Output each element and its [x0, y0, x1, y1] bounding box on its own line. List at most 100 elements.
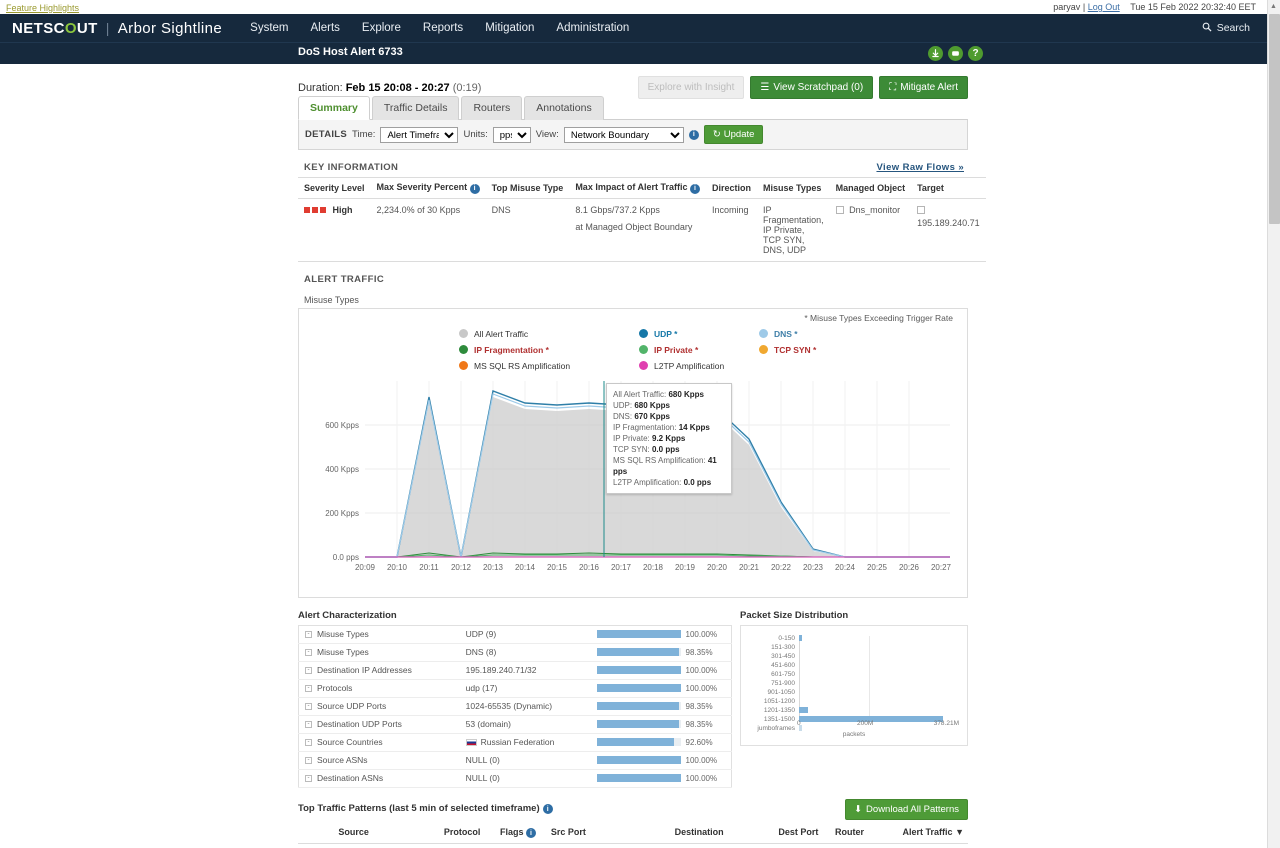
update-button[interactable]: ↻ Update [703, 125, 764, 144]
target-checkbox[interactable] [917, 206, 926, 215]
info-icon[interactable]: i [469, 183, 480, 194]
col-source[interactable]: Source [334, 821, 440, 844]
legend-item-ms-sql-rs-amplification[interactable]: MS SQL RS Amplification [459, 361, 639, 371]
col-alert-traffic[interactable]: Alert Traffic ▼ [898, 821, 968, 844]
alert-traffic-heading: ALERT TRAFFIC [304, 273, 385, 285]
view-raw-flows-link[interactable]: View Raw Flows » [876, 162, 964, 173]
legend-label: IP Private * [654, 344, 699, 355]
expander-icon[interactable]: - [305, 649, 312, 657]
expander-icon[interactable]: - [305, 685, 312, 693]
cell-target: 195.189.240.71 [911, 198, 986, 261]
col-flags[interactable]: Flags i [495, 821, 547, 844]
legend-item-dns[interactable]: DNS * [759, 329, 879, 339]
download-all-patterns-button[interactable]: ⬇ Download All Patterns [845, 798, 968, 820]
nav-item-mitigation[interactable]: Mitigation [485, 22, 534, 34]
y-tick-600k: 600 Kpps [325, 420, 359, 430]
download-icon[interactable] [928, 46, 943, 61]
top-traffic-patterns-table: Source Protocol Flags i Src Port Destina… [298, 821, 968, 848]
legend-item-ip-fragmentation[interactable]: IP Fragmentation * [459, 345, 639, 355]
comment-icon[interactable] [948, 46, 963, 61]
search-button[interactable]: Search [1202, 14, 1250, 42]
col-index [298, 821, 335, 844]
view-scratchpad-button[interactable]: ☰ View Scratchpad (0) [750, 76, 874, 99]
table-row[interactable]: - Destination IP Addresses 195.189.240.71… [298, 661, 732, 679]
table-row[interactable]: - Destination UDP Ports 53 (domain) 98.35… [298, 715, 732, 733]
details-label: DETAILS [305, 129, 348, 140]
expander-icon[interactable]: - [305, 757, 312, 765]
action-buttons: Explore with Insight ☰ View Scratchpad (… [637, 76, 968, 99]
tab-annotations[interactable]: Annotations [524, 96, 604, 120]
table-row[interactable]: - Source UDP Ports 1024-65535 (Dynamic) 9… [298, 697, 732, 715]
row-protocol: UDP [439, 843, 496, 848]
cell-misuse-types: IP Fragmentation, IP Private, TCP SYN, D… [763, 204, 824, 255]
scroll-up-icon[interactable]: ▲ [1270, 3, 1277, 10]
col-max-severity-percent-label: Max Severity Percent [376, 182, 468, 192]
expander-icon[interactable]: - [305, 721, 312, 729]
tooltip-value: 680 Kpps [668, 389, 705, 399]
key-information-header-row: Severity Level Max Severity Percent i To… [298, 177, 986, 199]
col-dest-port[interactable]: Dest Port [774, 821, 831, 844]
expander-icon[interactable]: - [305, 775, 312, 783]
table-row[interactable]: -1. Highly Distributed UDP -- 1024 - 655… [298, 843, 968, 848]
x-tick-12: 20:21 [738, 562, 760, 572]
table-row[interactable]: - Source ASNs NULL (0) 100.00% [298, 751, 732, 769]
row-percent: 98.35% [685, 701, 713, 711]
psd-x-tick-0: 0 [797, 719, 801, 727]
table-row[interactable]: - Destination ASNs NULL (0) 100.00% [298, 769, 732, 787]
row-value: udp (17) [465, 683, 498, 693]
mitigate-alert-button[interactable]: ⛶ Mitigate Alert [879, 76, 968, 99]
scrollbar-thumb[interactable] [1269, 14, 1280, 224]
expander-icon[interactable]: - [305, 703, 312, 711]
info-icon[interactable]: i [542, 804, 553, 814]
table-row[interactable]: - Misuse Types UDP (9) 100.00% [298, 625, 732, 643]
managed-object-checkbox[interactable] [835, 206, 844, 215]
x-tick-18: 20:27 [930, 562, 952, 572]
legend-label: TCP SYN * [774, 344, 817, 355]
expander-icon[interactable]: - [305, 667, 312, 675]
packet-size-distribution-chart[interactable]: 0-150 151-300 301-450 451-600 601-750 75… [740, 624, 968, 746]
legend-item-tcp-syn[interactable]: TCP SYN * [759, 345, 879, 355]
col-router[interactable]: Router [830, 821, 899, 844]
col-destination[interactable]: Destination [670, 821, 775, 844]
table-row[interactable]: - Misuse Types DNS (8) 98.35% [298, 643, 732, 661]
nav-item-system[interactable]: System [250, 22, 288, 34]
info-icon[interactable]: i [690, 183, 701, 194]
page-title: DoS Host Alert 6733 [298, 46, 403, 58]
expander-icon[interactable]: - [305, 739, 312, 747]
x-tick-15: 20:24 [834, 562, 856, 572]
table-row[interactable]: - Protocols udp (17) 100.00% [298, 679, 732, 697]
tooltip-row: TCP SYN: 0.0 pps [613, 444, 725, 455]
units-select[interactable]: pps [492, 126, 531, 143]
logout-link[interactable]: Log Out [1088, 2, 1120, 12]
info-icon[interactable]: i [688, 129, 699, 140]
help-icon[interactable]: ? [968, 46, 983, 61]
nav-item-administration[interactable]: Administration [556, 22, 629, 34]
alert-characterization-heading: Alert Characterization [298, 609, 397, 621]
row-value: 1024-65535 (Dynamic) [465, 701, 553, 711]
table-row[interactable]: - Source Countries Russian Federation 92.… [298, 733, 732, 751]
alert-traffic-chart[interactable]: 600 Kpps 400 Kpps 200 Kpps 0.0 pps All A… [299, 380, 967, 591]
nav-item-alerts[interactable]: Alerts [311, 22, 340, 34]
col-src-port[interactable]: Src Port [546, 821, 671, 844]
legend-item-all-alert-traffic[interactable]: All Alert Traffic [459, 329, 639, 339]
nav-item-explore[interactable]: Explore [362, 22, 401, 34]
expander-icon[interactable]: - [305, 631, 312, 639]
page-scrollbar[interactable]: ▲ [1267, 0, 1280, 848]
legend-item-ip-private[interactable]: IP Private * [639, 345, 759, 355]
legend-item-udp[interactable]: UDP * [639, 329, 759, 339]
time-select[interactable]: Alert Timeframe [380, 126, 459, 143]
col-top-misuse-type: Top Misuse Type [485, 177, 570, 199]
brand-logo[interactable]: NETSCOUT | Arbor Sightline [12, 20, 222, 37]
info-icon[interactable]: i [526, 828, 536, 838]
col-protocol[interactable]: Protocol [439, 821, 496, 844]
legend-grid: All Alert Traffic UDP * DNS * IP Fragmen… [459, 329, 957, 371]
feature-highlights-link[interactable]: Feature Highlights [6, 1, 79, 15]
tab-routers[interactable]: Routers [461, 96, 523, 120]
tab-traffic-details[interactable]: Traffic Details [371, 96, 460, 120]
view-select[interactable]: Network Boundary [563, 126, 684, 143]
cell-direction: Incoming [712, 204, 749, 215]
target-label: 195.189.240.71 [917, 217, 980, 228]
tab-summary[interactable]: Summary [298, 96, 370, 120]
legend-item-l2tp-amplification[interactable]: L2TP Amplification [639, 361, 759, 371]
nav-item-reports[interactable]: Reports [423, 22, 463, 34]
